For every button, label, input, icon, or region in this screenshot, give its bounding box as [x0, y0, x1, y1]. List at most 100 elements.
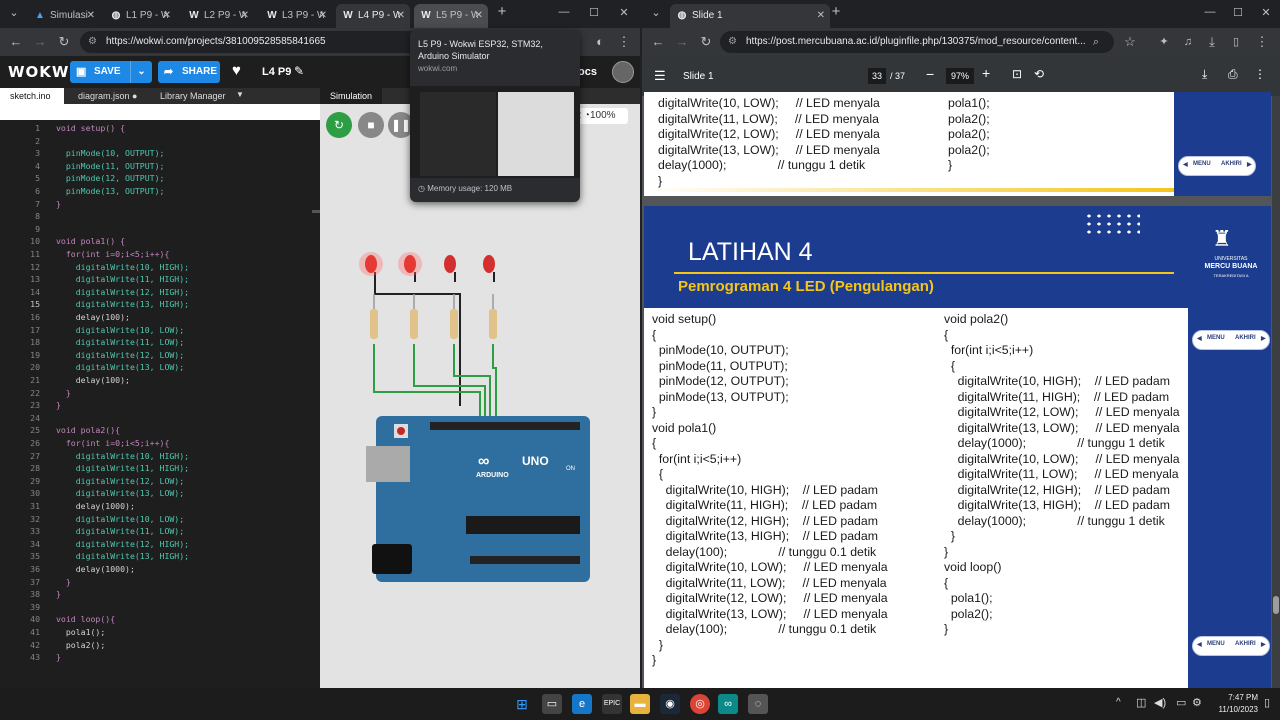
led-4[interactable]	[483, 255, 495, 273]
pdf-scrollbar[interactable]	[1272, 96, 1280, 688]
code-line[interactable]: 24	[0, 412, 320, 425]
tab-l4[interactable]: W L4 P9 - W ✕	[336, 4, 410, 28]
maximize-button[interactable]: ☐	[586, 6, 602, 19]
epic-games-icon[interactable]: EPIC	[602, 694, 622, 714]
tab-search-icon[interactable]: ⌄	[6, 6, 22, 19]
led-3[interactable]	[444, 255, 456, 273]
tab-diagram[interactable]: diagram.json ●	[68, 88, 147, 104]
code-line[interactable]: 7}	[0, 198, 320, 211]
arduino-ide-icon[interactable]: ∞	[718, 694, 738, 714]
tab-library-manager[interactable]: Library Manager	[150, 88, 236, 104]
sidepanel-icon[interactable]: ▯	[1228, 34, 1244, 50]
code-line[interactable]: 12 digitalWrite(10, HIGH);	[0, 261, 320, 274]
maximize-button[interactable]: ☐	[1230, 6, 1246, 19]
wokwi-logo[interactable]: WOKWI	[8, 63, 76, 81]
resistor-1[interactable]	[370, 309, 378, 339]
minimize-button[interactable]: —	[556, 6, 572, 18]
rotate-icon[interactable]: ⟲	[1034, 67, 1044, 81]
code-line[interactable]: 25 void pola2(){	[0, 424, 320, 437]
tab-menu-icon[interactable]: ▼	[236, 90, 244, 99]
close-icon[interactable]: ✕	[87, 4, 95, 28]
pdf-more-icon[interactable]: ⋮	[1254, 67, 1266, 81]
hamburger-icon[interactable]: ☰	[654, 68, 666, 84]
code-line[interactable]: 43}	[0, 651, 320, 664]
code-line[interactable]: 4 pinMode(11, OUTPUT);	[0, 160, 320, 173]
code-line[interactable]: 22 }	[0, 387, 320, 400]
code-line[interactable]: 8	[0, 210, 320, 223]
code-line[interactable]: 17 digitalWrite(10, LOW);	[0, 324, 320, 337]
code-line[interactable]: 41 pola1();	[0, 626, 320, 639]
code-line[interactable]: 26 for(int i=0;i<5;i++){	[0, 437, 320, 450]
code-line[interactable]: 38}	[0, 588, 320, 601]
tab-simulation[interactable]: Simulation	[320, 88, 383, 104]
address-bar[interactable]: ⚙ https://post.mercubuana.ac.id/pluginfil…	[720, 31, 1114, 53]
led-2[interactable]	[404, 255, 416, 273]
code-line[interactable]: 21 delay(100);	[0, 374, 320, 387]
code-line[interactable]: 42 pola2();	[0, 639, 320, 652]
code-line[interactable]: 15 digitalWrite(13, HIGH);	[0, 298, 320, 311]
volume-icon[interactable]: ◀)	[1154, 696, 1166, 709]
edit-icon[interactable]: ✎	[294, 64, 304, 78]
tab-l1[interactable]: ◍ L1 P9 - W ✕	[104, 4, 176, 28]
code-line[interactable]: 20 digitalWrite(13, LOW);	[0, 361, 320, 374]
tab-sketch[interactable]: sketch.ino	[0, 88, 64, 104]
battery-icon[interactable]: ▭	[1176, 696, 1186, 709]
save-button[interactable]: ▣ SAVE ⌄	[70, 61, 152, 83]
code-line[interactable]: 29 digitalWrite(12, LOW);	[0, 475, 320, 488]
code-line[interactable]: 31 delay(1000);	[0, 500, 320, 513]
close-icon[interactable]: ✕	[475, 4, 483, 28]
minimize-button[interactable]: —	[1202, 6, 1218, 18]
close-icon[interactable]: ✕	[817, 4, 825, 28]
pdf-viewer[interactable]: digitalWrite(10, LOW); // LED menyala dig…	[642, 92, 1280, 688]
close-window-button[interactable]: ✕	[616, 6, 632, 19]
code-line[interactable]: 28 digitalWrite(11, HIGH);	[0, 462, 320, 475]
chevron-down-icon[interactable]: ⌄	[130, 61, 152, 83]
file-explorer-icon[interactable]: ▬	[630, 694, 650, 714]
zoom-out-button[interactable]: −	[926, 66, 934, 82]
code-line[interactable]: 3 pinMode(10, OUTPUT);	[0, 147, 320, 160]
zoom-in-button[interactable]: +	[982, 65, 990, 81]
tab-l5[interactable]: W L5 P9 - W ✕	[414, 4, 488, 28]
settings-icon[interactable]: ⚙	[1192, 696, 1202, 709]
fit-page-icon[interactable]: ⊡	[1012, 67, 1022, 81]
notification-icon[interactable]: ▯	[1264, 696, 1270, 709]
code-line[interactable]: 6 pinMode(13, OUTPUT);	[0, 185, 320, 198]
heart-icon[interactable]: ♥	[232, 62, 241, 79]
page-number-input[interactable]: 33	[868, 68, 886, 84]
new-tab-button[interactable]: +	[828, 3, 844, 20]
tab-slide-1[interactable]: ◍ Slide 1 ✕	[670, 4, 830, 28]
new-tab-button[interactable]: +	[494, 3, 510, 20]
bookmark-icon[interactable]: ☆	[1122, 34, 1138, 50]
app-icon[interactable]: ◌	[748, 694, 768, 714]
code-line[interactable]: 35 digitalWrite(13, HIGH);	[0, 550, 320, 563]
code-line[interactable]: 39	[0, 601, 320, 614]
back-icon[interactable]: ←	[650, 34, 666, 50]
resistor-2[interactable]	[410, 309, 418, 339]
clock-time[interactable]: 7:47 PM	[1208, 693, 1258, 702]
zoom-input[interactable]: 97%	[946, 68, 974, 84]
windows-start-icon[interactable]: ⊞	[512, 694, 532, 714]
network-icon[interactable]: ◫	[1136, 696, 1146, 709]
led-1[interactable]	[365, 255, 377, 273]
avatar[interactable]	[612, 61, 634, 83]
code-line[interactable]: 36 delay(1000);	[0, 563, 320, 576]
code-line[interactable]: 14 digitalWrite(12, HIGH);	[0, 286, 320, 299]
code-line[interactable]: 40 void loop(){	[0, 613, 320, 626]
reload-icon[interactable]: ↻	[56, 34, 72, 50]
code-line[interactable]: 13 digitalWrite(11, HIGH);	[0, 273, 320, 286]
pdf-download-icon[interactable]: ⤓	[1202, 67, 1207, 82]
close-window-button[interactable]: ✕	[1258, 6, 1274, 19]
site-info-icon[interactable]: ⚙	[88, 31, 97, 53]
code-line[interactable]: 11 for(int i=0;i<5;i++){	[0, 248, 320, 261]
code-line[interactable]: 16 delay(100);	[0, 311, 320, 324]
close-icon[interactable]: ✕	[163, 4, 171, 28]
arduino-board[interactable]: ∞	[366, 416, 590, 582]
extensions-icon[interactable]: ✦	[1156, 34, 1172, 50]
chrome-icon[interactable]: ◎	[690, 694, 710, 714]
code-line[interactable]: 32 digitalWrite(10, LOW);	[0, 513, 320, 526]
code-line[interactable]: 34 digitalWrite(12, HIGH);	[0, 538, 320, 551]
close-icon[interactable]: ✕	[397, 4, 405, 28]
menu-button-bottom[interactable]: ◀ MENU AKHIRI ▶	[1192, 636, 1270, 656]
tab-l3[interactable]: W L3 P9 - W ✕	[260, 4, 332, 28]
code-line[interactable]: 30 digitalWrite(13, LOW);	[0, 487, 320, 500]
